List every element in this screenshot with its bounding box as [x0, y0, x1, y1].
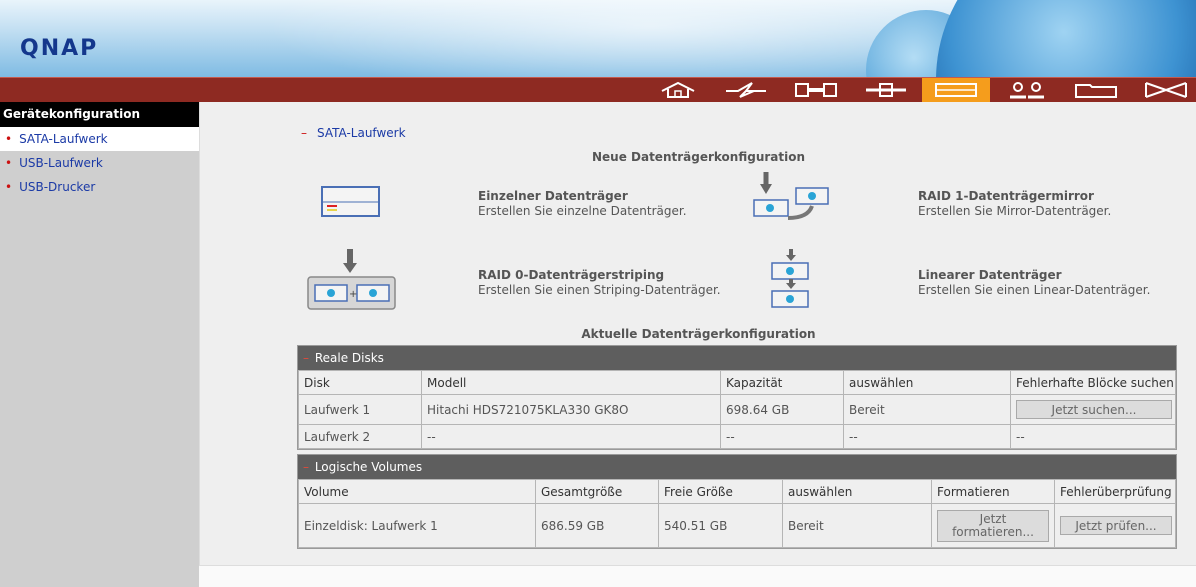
format-now-button[interactable]: Jetzt formatieren...	[937, 509, 1049, 542]
cell-model: Hitachi HDS721075KLA330 GK8O	[421, 394, 721, 425]
column-header: Fehlerüberprüfung	[1054, 479, 1176, 504]
real-disks-table: Disk Modell Kapazität auswählen Fehlerha…	[298, 370, 1176, 449]
cell-volume: Einzeldisk: Laufwerk 1	[298, 503, 536, 548]
cell-model: --	[421, 424, 721, 449]
sidebar-title: Gerätekonfiguration	[0, 102, 199, 127]
option-title[interactable]: Einzelner Datenträger	[478, 189, 628, 203]
svg-text:+: +	[349, 289, 357, 300]
column-header: Formatieren	[931, 479, 1055, 504]
logical-volumes-table: Volume Gesamtgröße Freie Größe auswählen…	[298, 479, 1176, 548]
table-row: Laufwerk 1 Hitachi HDS721075KLA330 GK8O …	[298, 394, 1176, 425]
sidebar-item-usb-printer[interactable]: • USB-Drucker	[0, 175, 199, 199]
logical-volumes-panel: – Logische Volumes Volume Gesamtgröße Fr…	[297, 454, 1177, 549]
panel-title: Reale Disks	[314, 351, 384, 365]
network-icon[interactable]	[782, 78, 850, 102]
column-header: auswählen	[843, 370, 1011, 395]
column-header: Freie Größe	[658, 479, 783, 504]
bullet-icon: •	[5, 132, 13, 146]
header-banner: QNAP	[0, 0, 1196, 77]
raid0-icon[interactable]: +	[307, 249, 397, 314]
cell-check: Jetzt prüfen...	[1054, 503, 1176, 548]
real-disks-panel: – Reale Disks Disk Modell Kapazität ausw…	[297, 345, 1177, 450]
globe-decoration	[936, 0, 1196, 77]
cell-total: 686.59 GB	[535, 503, 659, 548]
sidebar-item-sata[interactable]: • SATA-Laufwerk	[0, 127, 199, 151]
power-icon[interactable]	[712, 78, 780, 102]
top-navbar	[0, 77, 1196, 102]
option-desc: Erstellen Sie einzelne Datenträger.	[478, 204, 687, 218]
folder-icon[interactable]	[1062, 78, 1130, 102]
scan-now-button[interactable]: Jetzt suchen...	[1016, 400, 1172, 419]
users-icon[interactable]	[992, 78, 1060, 102]
table-row: Laufwerk 2 -- -- -- --	[298, 424, 1176, 449]
system-tools-icon[interactable]	[852, 78, 920, 102]
raid1-icon[interactable]	[752, 172, 832, 225]
cell-capacity: --	[720, 424, 844, 449]
section-title: SATA-Laufwerk	[317, 126, 406, 140]
cell-action: Jetzt suchen...	[1010, 394, 1176, 425]
check-now-button[interactable]: Jetzt prüfen...	[1060, 516, 1172, 535]
option-title[interactable]: RAID 1-Datenträgermirror	[918, 189, 1094, 203]
sidebar-item-usb[interactable]: • USB-Laufwerk	[0, 151, 199, 175]
option-title[interactable]: Linearer Datenträger	[918, 268, 1062, 282]
sidebar: Gerätekonfiguration • SATA-Laufwerk • USB-…	[0, 102, 199, 587]
new-config-title: Neue Datenträgerkonfiguration	[591, 150, 806, 164]
column-header: Modell	[421, 370, 721, 395]
cell-free: 540.51 GB	[658, 503, 783, 548]
collapse-icon: –	[301, 126, 307, 140]
option-desc: Erstellen Sie Mirror-Datenträger.	[918, 204, 1112, 218]
cell-status: Bereit	[782, 503, 932, 548]
current-config-title: Aktuelle Datenträgerkonfiguration	[581, 327, 816, 341]
panel-title: Logische Volumes	[314, 460, 423, 474]
section-header[interactable]: – SATA-Laufwerk	[301, 126, 406, 140]
option-title[interactable]: RAID 0-Datenträgerstriping	[478, 268, 664, 282]
table-row: Einzeldisk: Laufwerk 1 686.59 GB 540.51 …	[298, 503, 1176, 548]
column-header: Fehlerhafte Blöcke suchen	[1010, 370, 1176, 395]
cell-disk: Laufwerk 2	[298, 424, 422, 449]
option-desc: Erstellen Sie einen Striping-Datenträger…	[478, 283, 721, 297]
sidebar-item-label: SATA-Laufwerk	[19, 132, 108, 146]
sidebar-item-label: USB-Drucker	[19, 180, 96, 194]
bullet-icon: •	[5, 156, 13, 170]
real-disks-header[interactable]: – Reale Disks	[298, 346, 1176, 370]
qnap-logo: QNAP	[20, 36, 99, 61]
collapse-icon: –	[303, 351, 309, 365]
disk-icon[interactable]	[922, 78, 990, 102]
option-desc: Erstellen Sie einen Linear-Datenträger.	[918, 283, 1151, 297]
cell-capacity: 698.64 GB	[720, 394, 844, 425]
cell-format: Jetzt formatieren...	[931, 503, 1055, 548]
column-header: Kapazität	[720, 370, 844, 395]
single-disk-icon[interactable]	[321, 186, 381, 221]
cell-action: --	[1010, 424, 1176, 449]
home-icon[interactable]	[644, 78, 712, 102]
cell-disk: Laufwerk 1	[298, 394, 422, 425]
services-icon[interactable]	[1132, 78, 1196, 102]
cell-status: Bereit	[843, 394, 1011, 425]
footer-strip	[199, 565, 1196, 587]
linear-disk-icon[interactable]	[770, 249, 812, 314]
column-header: auswählen	[782, 479, 932, 504]
cell-status: --	[843, 424, 1011, 449]
column-header: Gesamtgröße	[535, 479, 659, 504]
bullet-icon: •	[5, 180, 13, 194]
sidebar-item-label: USB-Laufwerk	[19, 156, 103, 170]
main-content: – SATA-Laufwerk Neue Datenträgerkonfigura…	[199, 102, 1196, 587]
column-header: Volume	[298, 479, 536, 504]
column-header: Disk	[298, 370, 422, 395]
logical-volumes-header[interactable]: – Logische Volumes	[298, 455, 1176, 479]
collapse-icon: –	[303, 460, 309, 474]
